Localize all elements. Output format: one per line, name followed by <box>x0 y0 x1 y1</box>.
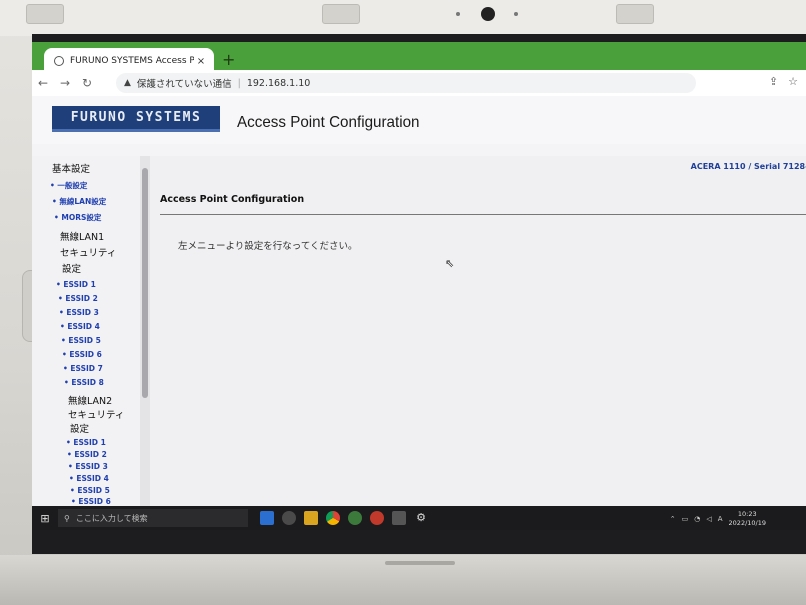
chrome-active-icon[interactable] <box>370 511 384 525</box>
mouse-cursor-icon: ⇖ <box>445 257 455 270</box>
sidebar-item-lan2-essid-1[interactable]: ESSID 1 <box>66 438 105 447</box>
main-content: ACERA 1110 / Serial 7128-2 Access Point … <box>150 156 806 506</box>
camera-sensor-right <box>514 12 518 16</box>
section-title: Access Point Configuration <box>160 194 305 205</box>
sidebar-item-general[interactable]: 一般設定 <box>50 180 87 191</box>
lid-bumper-center <box>322 4 360 24</box>
url-text: 192.168.1.10 <box>246 77 311 89</box>
sidebar-item-lan1-essid-3[interactable]: ESSID 3 <box>59 308 98 317</box>
sidebar-heading-lan1-line2: セキュリティ <box>60 248 117 259</box>
lid-bumper-right <box>616 4 654 24</box>
share-icon[interactable]: ⇪ <box>769 75 778 88</box>
sidebar-heading-basic: 基本設定 <box>52 164 91 175</box>
taskbar-clock[interactable]: 10:23 2022/10/19 <box>729 510 766 528</box>
browser-toolbar: ← → ↻ ▲ 保護されていない通信 | 192.168.1.10 ⇪ ☆ <box>32 70 806 97</box>
page-title: Access Point Configuration <box>237 114 420 131</box>
laptop-screen: FURUNO SYSTEMS Access Point C × + ← → ↻ … <box>32 34 806 554</box>
sidebar-item-lan1-essid-8[interactable]: ESSID 8 <box>64 378 103 387</box>
taskbar-search-box[interactable]: ⚲ ここに入力して検索 <box>58 509 248 527</box>
sidebar-scrollbar-thumb[interactable] <box>142 168 148 398</box>
sidebar-item-lan2-essid-2[interactable]: ESSID 2 <box>67 450 106 459</box>
window-app-icon[interactable] <box>392 511 406 525</box>
taskbar-pinned-apps: ⚙ <box>260 511 428 525</box>
sidebar-item-lan2-essid-3[interactable]: ESSID 3 <box>68 462 107 471</box>
warning-icon: ▲ <box>124 78 131 88</box>
sidebar-menu: 基本設定 一般設定 無線LAN設定 MORS設定 無線LAN1 セキュリティ 設… <box>32 156 150 506</box>
laptop-lid-top <box>0 0 806 36</box>
search-icon: ⚲ <box>64 513 70 523</box>
web-page: FURUNO SYSTEMS Access Point Configuratio… <box>32 96 806 506</box>
page-header: FURUNO SYSTEMS Access Point Configuratio… <box>32 96 806 144</box>
lid-bumper-left <box>26 4 64 24</box>
bookmark-star-icon[interactable]: ☆ <box>788 75 798 88</box>
forward-icon[interactable]: → <box>54 76 76 90</box>
sidebar-item-lan2-essid-6[interactable]: ESSID 6 <box>71 497 110 506</box>
sidebar-heading-lan2-line3: 設定 <box>70 424 90 435</box>
toolbar-actions: ⇪ ☆ <box>769 75 798 88</box>
battery-icon[interactable]: ▭ <box>682 515 689 523</box>
sidebar-item-lan1-essid-7[interactable]: ESSID 7 <box>63 364 102 373</box>
sidebar-item-lan2-essid-4[interactable]: ESSID 4 <box>69 474 108 483</box>
sidebar-item-mors[interactable]: MORS設定 <box>54 212 101 223</box>
new-tab-button[interactable]: + <box>222 50 235 70</box>
sidebar-item-lan1-essid-1[interactable]: ESSID 1 <box>56 280 95 289</box>
mail-app-icon[interactable] <box>260 511 274 525</box>
sidebar-heading-lan2-line1: 無線LAN2 <box>68 396 113 407</box>
furuno-logo: FURUNO SYSTEMS <box>52 106 220 132</box>
volume-icon[interactable]: ◁ <box>706 515 711 523</box>
clock-date: 2022/10/19 <box>728 519 766 527</box>
chrome-icon[interactable] <box>326 511 340 525</box>
device-serial: ACERA 1110 / Serial 7128-2 <box>690 162 806 171</box>
reload-icon[interactable]: ↻ <box>76 76 98 90</box>
address-bar[interactable]: ▲ 保護されていない通信 | 192.168.1.10 <box>116 73 696 93</box>
section-divider <box>160 214 806 215</box>
sidebar-heading-lan1-line3: 設定 <box>62 264 82 275</box>
tab-title: FURUNO SYSTEMS Access Point C <box>70 56 194 66</box>
camera-sensor-left <box>456 12 460 16</box>
browser-tab-bar: FURUNO SYSTEMS Access Point C × + <box>32 42 806 74</box>
windows-taskbar: ⊞ ⚲ ここに入力して検索 ⚙ ⌃ ▭ ◔ ◁ A 10:23 2022/10/… <box>32 506 806 530</box>
tray-chevron-icon[interactable]: ⌃ <box>670 515 676 523</box>
instruction-message: 左メニューより設定を行なってください。 <box>178 241 358 252</box>
sidebar-item-lan2-essid-5[interactable]: ESSID 5 <box>70 486 109 495</box>
system-tray: ⌃ ▭ ◔ ◁ A 10:23 2022/10/19 <box>670 510 766 528</box>
sidebar-heading-lan1-line1: 無線LAN1 <box>60 232 105 243</box>
laptop-hinge-groove <box>385 561 455 565</box>
windows-start-icon[interactable]: ⊞ <box>32 512 58 525</box>
sidebar-item-lan1-essid-2[interactable]: ESSID 2 <box>58 294 97 303</box>
back-icon[interactable]: ← <box>32 76 54 90</box>
settings-gear-icon[interactable]: ⚙ <box>414 511 428 525</box>
webcam <box>481 7 495 21</box>
sidebar-item-wireless-lan[interactable]: 無線LAN設定 <box>52 196 106 207</box>
taskbar-search-placeholder: ここに入力して検索 <box>75 513 148 523</box>
ime-indicator[interactable]: A <box>718 515 723 523</box>
chat-app-icon[interactable] <box>348 511 362 525</box>
sidebar-item-lan1-essid-5[interactable]: ESSID 5 <box>61 336 100 345</box>
wifi-icon[interactable]: ◔ <box>694 515 700 523</box>
sidebar-heading-lan2-line2: セキュリティ <box>68 410 125 421</box>
file-explorer-icon[interactable] <box>304 511 318 525</box>
sidebar-item-lan1-essid-4[interactable]: ESSID 4 <box>60 322 99 331</box>
app-icon[interactable] <box>282 511 296 525</box>
tab-close-icon[interactable]: × <box>194 56 208 67</box>
security-label: 保護されていない通信 <box>136 79 232 90</box>
globe-icon <box>54 56 64 66</box>
clock-time: 10:23 <box>737 510 757 518</box>
address-separator: | <box>237 77 241 89</box>
sidebar-item-lan1-essid-6[interactable]: ESSID 6 <box>62 350 101 359</box>
